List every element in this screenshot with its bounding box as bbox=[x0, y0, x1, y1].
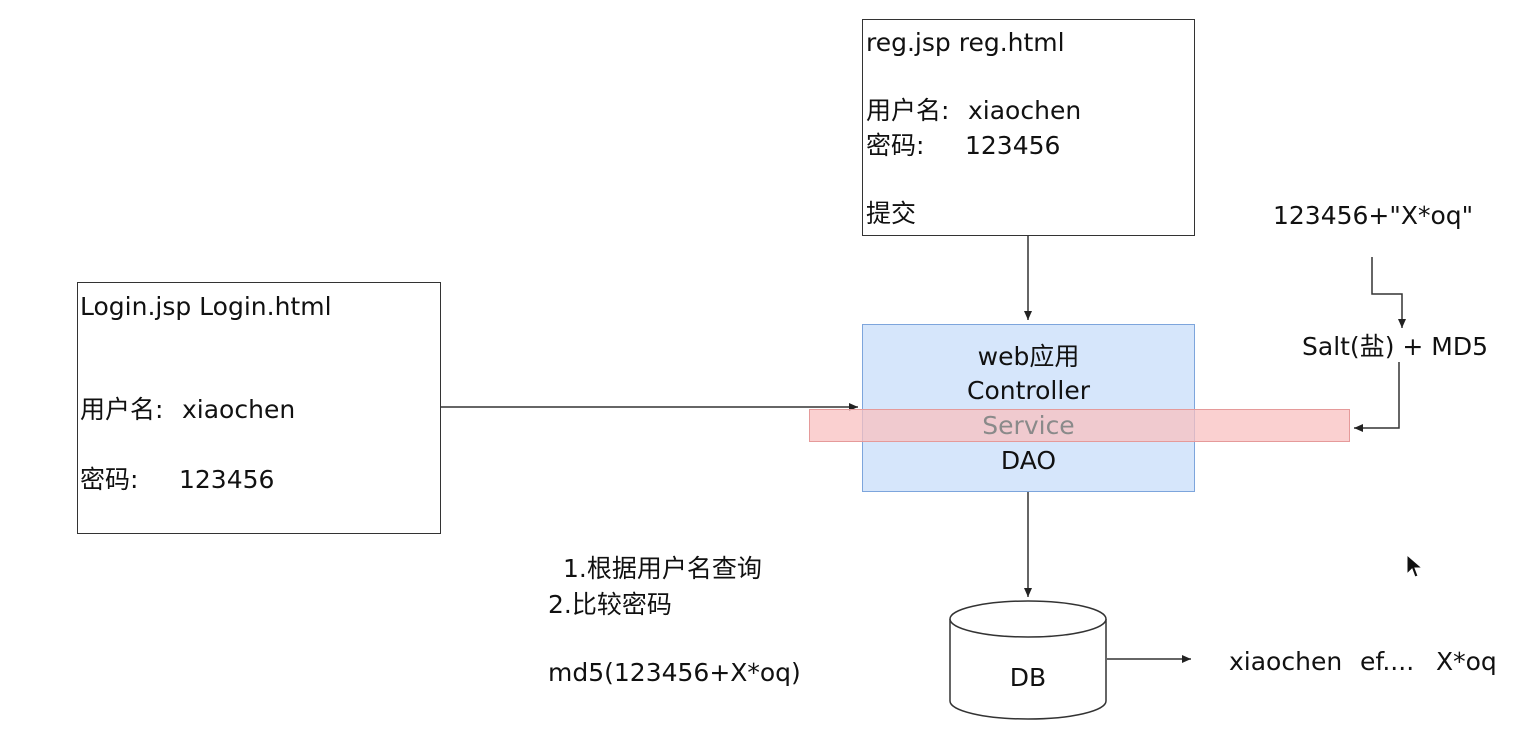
reg-password-value: 123456 bbox=[965, 131, 1061, 160]
reg-username-value: xiaochen bbox=[968, 96, 1082, 125]
login-step-1: 1.根据用户名查询 bbox=[563, 554, 762, 583]
db-record-hash: ef.... bbox=[1360, 647, 1415, 676]
salt-method-text: Salt(盐) + MD5 bbox=[1302, 332, 1489, 361]
reg-username-label: 用户名: bbox=[866, 96, 950, 125]
mouse-cursor-icon bbox=[1406, 554, 1424, 578]
db-record-username: xiaochen bbox=[1229, 647, 1343, 676]
login-username-value: xiaochen bbox=[182, 395, 296, 424]
login-step-2: 2.比较密码 bbox=[548, 590, 672, 619]
login-username-label: 用户名: bbox=[80, 395, 164, 424]
db-label: DB bbox=[1009, 663, 1047, 692]
controller-layer-label: Controller bbox=[967, 376, 1090, 405]
web-app-title: web应用 bbox=[977, 342, 1080, 371]
md5-formula: md5(123456+X*oq) bbox=[548, 658, 801, 687]
diagram-canvas: reg.jsp reg.html 用户名: xiaochen 密码: 12345… bbox=[0, 0, 1514, 746]
database-cylinder bbox=[949, 600, 1107, 720]
login-form-title: Login.jsp Login.html bbox=[80, 292, 332, 321]
reg-submit-label: 提交 bbox=[866, 199, 917, 228]
reg-password-label: 密码: bbox=[866, 131, 925, 160]
login-password-label: 密码: bbox=[80, 465, 139, 494]
arrow-salt-to-service bbox=[1354, 362, 1400, 432]
salt-input-text: 123456+"X*oq" bbox=[1273, 201, 1474, 230]
dao-layer-label: DAO bbox=[1000, 446, 1057, 475]
db-record-salt: X*oq bbox=[1436, 647, 1497, 676]
service-layer-label: Service bbox=[982, 411, 1075, 440]
arrow-salt-input-to-method bbox=[1371, 257, 1406, 328]
login-password-value: 123456 bbox=[179, 465, 275, 494]
reg-form-title: reg.jsp reg.html bbox=[866, 28, 1065, 57]
